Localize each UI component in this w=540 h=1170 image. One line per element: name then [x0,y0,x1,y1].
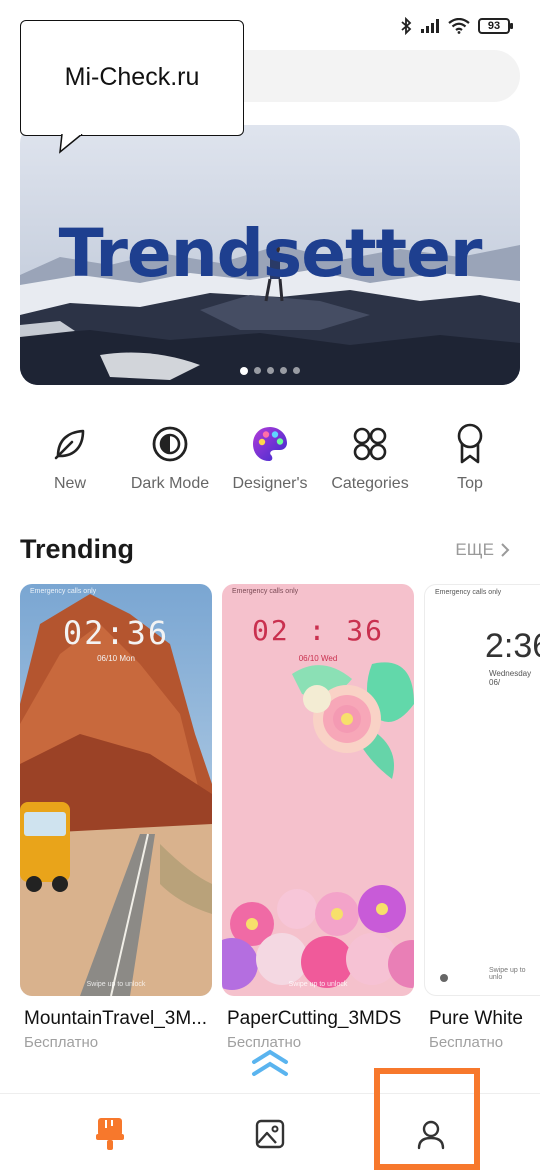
theme-name: Pure White [429,1008,523,1029]
nav-themes[interactable] [90,1114,130,1154]
pagination-dot[interactable] [240,367,248,375]
wifi-icon [448,18,470,34]
category-new[interactable]: New [20,424,120,493]
image-icon [255,1119,285,1149]
category-label: Dark Mode [130,475,210,492]
brush-icon [96,1118,124,1150]
theme-price: Бесплатно [429,1034,504,1051]
theme-card-mountain-travel[interactable]: Emergency calls only 02:36 06/10 Mon Swi… [20,584,212,996]
pagination-dot[interactable] [254,367,261,374]
grid-icon [350,424,390,464]
theme-card-paper-cutting[interactable]: Emergency calls only 02 : 36 06/10 Wed S… [222,584,414,996]
featured-banner[interactable]: Trendsetter [20,125,520,385]
lock-time: 02:36 [62,614,170,652]
palette-icon [250,424,290,464]
lock-swipe-hint: Swipe up to unlock [288,981,348,988]
lock-status-text: Emergency calls only [435,589,502,596]
lock-status-text: Emergency calls only [232,588,299,595]
category-categories[interactable]: Categories [320,424,420,493]
lock-swipe-hint: Swipe up to unlo [489,967,526,981]
more-link[interactable]: ЕЩЕ [455,540,510,560]
category-label: New [53,475,86,492]
category-label: Top [457,475,483,492]
banner-pagination[interactable] [20,367,520,375]
category-label: Categories [331,475,409,492]
category-label: Designer's [232,475,308,492]
more-label: ЕЩЕ [455,540,494,559]
theme-name: MountainTravel_3M... [24,1008,208,1029]
lock-time: 2:36 [485,627,540,665]
signal-icon [421,19,439,33]
profile-highlight-frame [374,1068,480,1170]
watermark-callout: Mi-Check.ru [20,20,244,136]
category-designers[interactable]: Designer's [220,424,320,493]
category-top[interactable]: Top [420,423,520,493]
trending-title: Trending [20,534,134,564]
theme-price: Бесплатно [24,1034,99,1051]
lock-date: Wednesday 06/ [489,669,532,687]
leaf-icon [50,424,90,464]
search-bar[interactable] [200,50,520,102]
pagination-dot[interactable] [267,367,274,374]
lock-status-text: Emergency calls only [30,588,97,595]
lock-date: 06/10 Mon [97,654,135,663]
nav-wallpapers[interactable] [250,1114,290,1154]
half-moon-icon [150,424,190,464]
callout-tail [59,134,83,154]
banner-title: Trendsetter [58,215,483,292]
category-dark-mode[interactable]: Dark Mode [120,424,220,493]
status-bar: 93 [400,12,513,40]
lock-swipe-hint: Swipe up to unlock [86,981,146,988]
watermark-text: Mi-Check.ru [64,62,200,91]
lock-date: 06/10 Wed [298,654,338,663]
battery-indicator: 93 [478,18,513,34]
pagination-dot[interactable] [280,367,287,374]
theme-card-pure-white[interactable]: Emergency calls only 2:36 Wednesday 06/ … [424,584,540,996]
scroll-up-icon[interactable] [250,1048,290,1078]
category-shortcuts: New Dark Mode Designer's Categories Top [20,423,520,493]
bluetooth-icon [401,17,412,35]
theme-name: PaperCutting_3MDS [227,1008,402,1029]
ribbon-icon [450,423,490,464]
lock-time: 02 : 36 [251,614,384,647]
chevron-right-icon [501,543,510,557]
camera-icon [440,974,448,982]
pagination-dot[interactable] [293,367,300,374]
